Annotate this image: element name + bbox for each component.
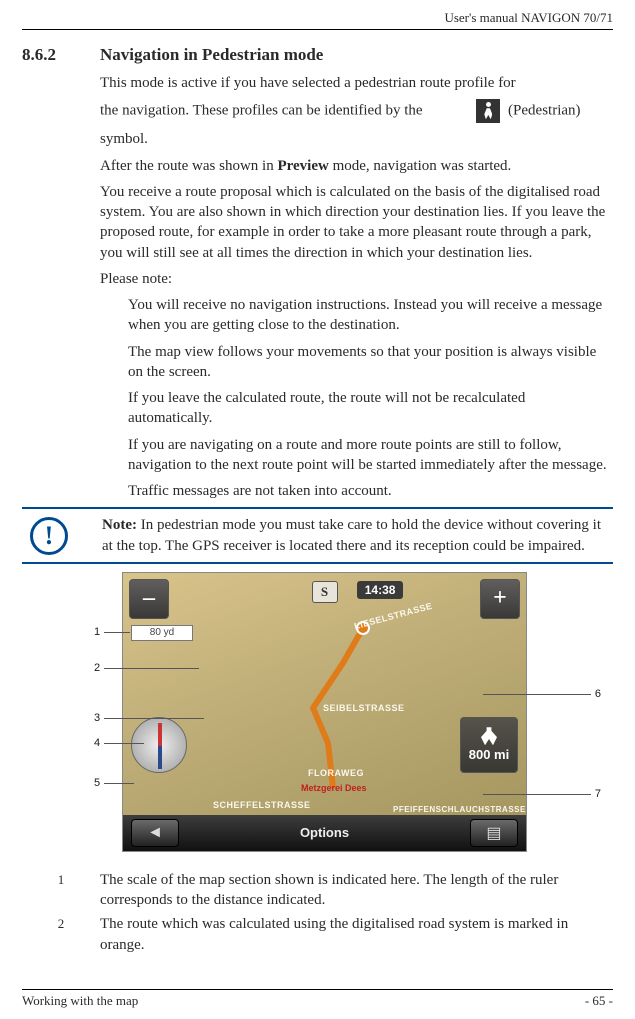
note-item-5: Traffic messages are not taken into acco…	[128, 481, 609, 501]
footer-left: Working with the map	[22, 993, 138, 1009]
note-item-4: If you are navigating on a route and mor…	[128, 435, 609, 476]
callout-4: 4	[94, 737, 100, 749]
poi-label: Metzgerei Dees	[301, 783, 367, 793]
pedestrian-icon	[481, 727, 497, 745]
street-label: PFEIFFENSCHLAUCHSTRASSE	[393, 805, 526, 814]
section-number: 8.6.2	[22, 45, 100, 65]
callout-line	[104, 668, 199, 669]
legend-num: 2	[22, 914, 100, 955]
back-button[interactable]: ◄	[131, 819, 179, 847]
map-area: – + S 14:38 80 yd LIESELSTRASSE SEIBELST…	[123, 573, 526, 815]
preview-line: After the route was shown in Preview mod…	[100, 156, 609, 176]
options-button[interactable]: Options	[300, 825, 349, 840]
bottom-toolbar: ◄ Options ▤	[123, 815, 526, 851]
page-header: User's manual NAVIGON 70/71	[22, 10, 613, 30]
callout-1: 1	[94, 626, 100, 638]
zoom-out-button[interactable]: –	[129, 579, 169, 619]
section-heading: 8.6.2 Navigation in Pedestrian mode	[22, 45, 613, 65]
callout-line	[483, 694, 591, 695]
street-label: SEIBELSTRASSE	[323, 703, 405, 713]
distance-value: 800 mi	[469, 747, 509, 762]
clock-display: 14:38	[357, 581, 404, 599]
note-label: Note:	[102, 517, 137, 533]
callout-line	[104, 718, 204, 719]
callout-7: 7	[595, 788, 601, 800]
legend-num: 1	[22, 870, 100, 911]
legend-text: The route which was calculated using the…	[100, 914, 613, 955]
intro-line-2: the navigation. These profiles can be id…	[100, 99, 609, 123]
section-title: Navigation in Pedestrian mode	[100, 45, 323, 65]
street-label: FLORAWEG	[308, 768, 364, 778]
body-content: This mode is active if you have selected…	[100, 73, 609, 501]
callout-line	[483, 794, 591, 795]
proposal-para: You receive a route proposal which is ca…	[100, 182, 609, 263]
intro-line-3: symbol.	[100, 129, 609, 149]
pedestrian-icon	[476, 99, 500, 123]
note-icon-column: !	[24, 515, 102, 556]
note-callout: ! Note: In pedestrian mode you must take…	[22, 507, 613, 564]
callout-5: 5	[94, 777, 100, 789]
zoom-in-button[interactable]: +	[480, 579, 520, 619]
callout-6: 6	[595, 688, 601, 700]
note-list: You will receive no navigation instructi…	[128, 295, 609, 501]
info-icon: !	[30, 517, 68, 555]
callout-line	[104, 743, 144, 744]
note-item-1: You will receive no navigation instructi…	[128, 295, 609, 336]
callout-line	[104, 632, 130, 633]
street-label: LIESELSTRASSE	[353, 601, 433, 631]
footer-right: - 65 -	[585, 993, 613, 1009]
compass-indicator[interactable]: S	[312, 581, 338, 603]
legend-row-1: 1 The scale of the map section shown is …	[22, 870, 613, 911]
street-label: SCHEFFELSTRASSE	[213, 800, 311, 810]
manual-title: User's manual NAVIGON 70/71	[444, 10, 613, 25]
callout-3: 3	[94, 712, 100, 724]
legend-row-2: 2 The route which was calculated using t…	[22, 914, 613, 955]
intro-line-2b: (Pedestrian)	[508, 103, 580, 119]
callout-line	[104, 783, 134, 784]
intro-line-1: This mode is active if you have selected…	[100, 73, 609, 93]
note-item-2: The map view follows your movements so t…	[128, 342, 609, 383]
compass-rose-icon[interactable]	[131, 717, 187, 773]
intro-line-2a: the navigation. These profiles can be id…	[100, 103, 423, 119]
note-text: Note: In pedestrian mode you must take c…	[102, 515, 611, 556]
device-screenshot: – + S 14:38 80 yd LIESELSTRASSE SEIBELST…	[122, 572, 527, 852]
scale-bar: 80 yd	[131, 625, 193, 641]
callout-2: 2	[94, 662, 100, 674]
legend-text: The scale of the map section shown is in…	[100, 870, 613, 911]
figure-container: – + S 14:38 80 yd LIESELSTRASSE SEIBELST…	[22, 572, 613, 862]
page-footer: Working with the map - 65 -	[22, 989, 613, 1009]
destination-info-button[interactable]: 800 mi	[460, 717, 518, 773]
note-body: In pedestrian mode you must take care to…	[102, 517, 601, 553]
note-item-3: If you leave the calculated route, the r…	[128, 388, 609, 429]
layers-button[interactable]: ▤	[470, 819, 518, 847]
please-note: Please note:	[100, 269, 609, 289]
